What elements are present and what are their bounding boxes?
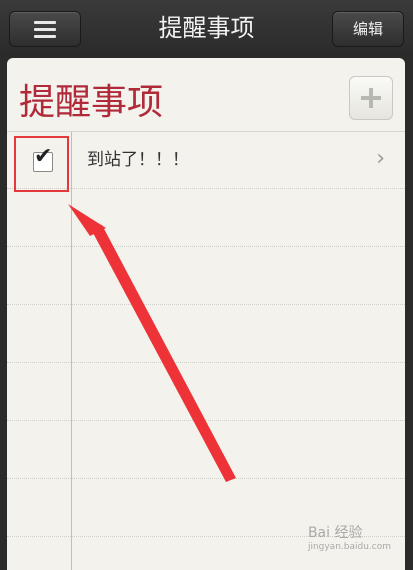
baidu-jingyan-watermark: Bai 经验 jingyan.baidu.com <box>307 525 391 552</box>
annotation-arrow <box>68 204 236 482</box>
